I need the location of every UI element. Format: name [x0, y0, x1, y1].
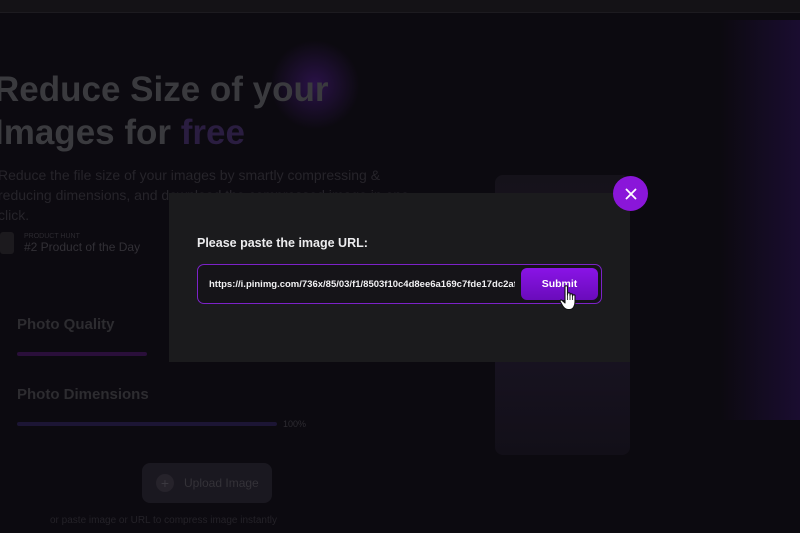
upload-image-button[interactable]: + Upload Image [142, 463, 272, 503]
url-modal: Please paste the image URL: Submit [169, 193, 630, 362]
top-navbar [0, 0, 800, 13]
hero-heading: Reduce Size of your Images for free [0, 68, 354, 154]
hand-cursor-icon [559, 285, 576, 311]
hero-heading-line2: Images for [0, 113, 171, 152]
badge-small-text: PRODUCT HUNT [24, 232, 80, 240]
photo-dimensions-slider[interactable] [17, 422, 277, 426]
medal-icon [0, 232, 14, 254]
paste-hint-text: or paste image or URL to compress image … [50, 515, 277, 526]
upload-image-label: Upload Image [184, 476, 259, 490]
hero-heading-accent: free [180, 113, 245, 152]
image-url-input[interactable] [198, 278, 521, 290]
hero-heading-line1: Reduce Size of your [0, 70, 329, 109]
photo-quality-label: Photo Quality [17, 316, 115, 333]
decorative-glow [720, 20, 800, 420]
badge-text: #2 Product of the Day [24, 239, 141, 254]
dimensions-value: 100% [283, 419, 307, 429]
plus-icon: + [156, 474, 174, 492]
photo-dimensions-label: Photo Dimensions [17, 386, 149, 403]
product-hunt-badge[interactable]: PRODUCT HUNT #2 Product of the Day [0, 232, 140, 254]
modal-title: Please paste the image URL: [197, 236, 368, 250]
close-icon [625, 188, 636, 199]
photo-quality-slider[interactable] [17, 352, 147, 356]
close-modal-button[interactable] [613, 176, 648, 211]
url-input-group: Submit [197, 264, 602, 304]
